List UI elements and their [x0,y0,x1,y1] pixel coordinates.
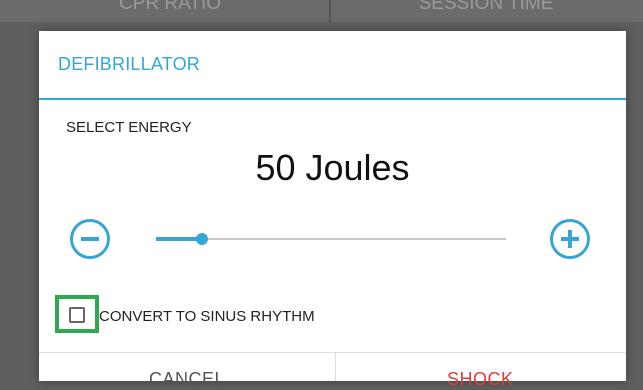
slider-track [156,238,506,240]
cancel-button[interactable]: CANCEL [149,369,225,390]
convert-checkbox-highlight[interactable] [55,295,99,333]
footer-button-divider [335,352,336,381]
background-tab-session-time: SESSION TIME [376,0,596,22]
shock-button[interactable]: SHOCK [447,369,514,390]
decrease-energy-button[interactable] [70,219,110,259]
dialog-title: DEFIBRILLATOR [58,54,200,74]
select-energy-label: SELECT ENERGY [66,119,192,136]
background-tab-session-time-label: SESSION TIME [418,0,554,14]
defibrillator-dialog: DEFIBRILLATOR SELECT ENERGY 50 Joules CO… [39,31,626,389]
title-divider [39,98,626,100]
energy-slider[interactable] [156,227,506,251]
slider-thumb[interactable] [195,233,208,245]
background-tab-cpr-ratio: CPR RATIO [90,0,250,22]
energy-value: 50 Joules [255,147,410,188]
increase-energy-button[interactable] [550,219,590,259]
background-tab-cpr-ratio-label: CPR RATIO [118,0,222,14]
footer-divider [39,352,626,353]
convert-to-sinus-rhythm-label[interactable]: CONVERT TO SINUS RHYTHM [99,308,315,325]
slider-fill [156,237,202,241]
background-tab-divider [329,0,331,22]
convert-to-sinus-rhythm-checkbox[interactable] [69,307,85,323]
